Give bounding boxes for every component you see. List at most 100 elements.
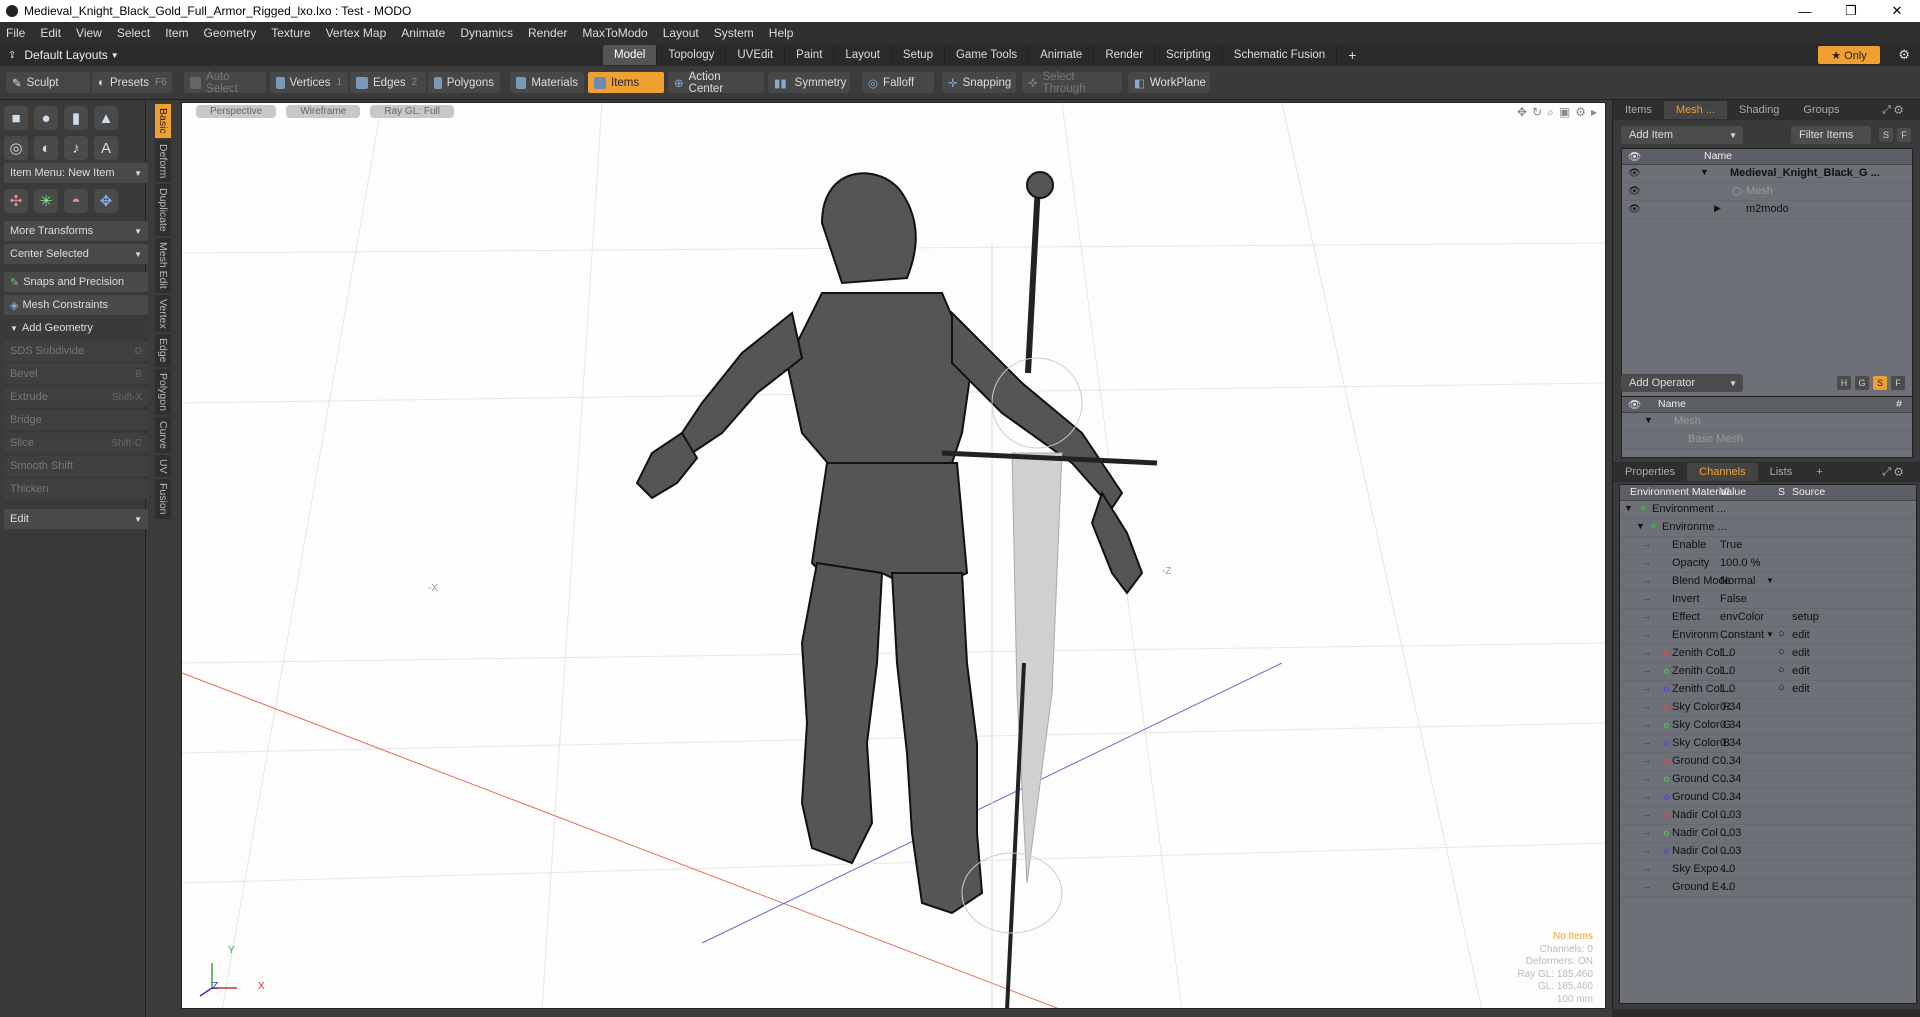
channel-value[interactable]: False [1720,593,1747,605]
menu-layout[interactable]: Layout [663,26,699,40]
torus-icon[interactable]: ◎ [4,136,28,160]
presets-button[interactable]: ◐ Presets F6 [92,72,172,93]
tab-channels[interactable]: Channels [1687,463,1758,481]
raygl-button[interactable]: Ray GL: Full [370,105,454,118]
panel-options-icon[interactable]: ⤢ ⚙ [1870,463,1915,481]
center-selected-dropdown[interactable]: Center Selected ▼ [4,244,148,264]
tab-paint[interactable]: Paint [785,45,835,65]
add-panel-tab-button[interactable]: + [1804,463,1834,481]
expand-triangle-icon[interactable]: ▶ [1714,203,1721,214]
tab-shading[interactable]: Shading [1727,101,1791,119]
channel-row[interactable]: → Enable True [1620,537,1916,555]
bridge-button[interactable]: Bridge [4,410,148,430]
menu-dynamics[interactable]: Dynamics [460,26,513,40]
camera-icon[interactable]: ▣ [1559,105,1570,120]
channel-value[interactable]: envColor [1720,611,1764,623]
rotate-icon[interactable]: ✳ [34,189,58,213]
channel-value[interactable]: 1.0 [1720,665,1735,677]
tab-uvedit[interactable]: UVEdit [726,45,786,65]
transform-icon[interactable]: ✥ [94,189,118,213]
menu-item[interactable]: Item [165,26,188,40]
channel-row[interactable]: → Nadir Col ... 0.03 [1620,843,1916,861]
snapping-button[interactable]: ✛ Snapping [942,72,1016,93]
thicken-button[interactable]: Thicken [4,479,148,499]
auto-select-button[interactable]: Auto Select [184,71,266,95]
tab-layout[interactable]: Layout [834,45,892,65]
minimize-button[interactable]: — [1782,0,1828,22]
side-tab-edge[interactable]: Edge [155,334,171,367]
zoom-icon[interactable]: ⌕ [1547,105,1554,120]
tab-scripting[interactable]: Scripting [1155,45,1223,65]
panel-options-icon[interactable]: ⤢ ⚙ [1870,101,1915,119]
channel-value[interactable]: 1.0 [1720,683,1735,695]
workplane-button[interactable]: ◧ WorkPlane [1128,72,1210,93]
menu-animate[interactable]: Animate [401,26,445,40]
sphere-icon[interactable]: ● [34,106,58,130]
chevron-down-icon[interactable]: ▼ [1766,576,1774,585]
channel-row[interactable]: → Sky Expo ... 4.0 [1620,861,1916,879]
channel-row[interactable]: → Nadir Col ... 0.03 [1620,825,1916,843]
f-toggle[interactable]: F [1891,376,1905,390]
visibility-eye-icon[interactable]: 👁 [1628,168,1641,179]
extrude-button[interactable]: Extrude Shift-X [4,387,148,407]
texture-link-circle-icon[interactable]: ○ [1778,682,1785,694]
menu-render[interactable]: Render [528,26,567,40]
channel-value[interactable]: 1.0 [1720,647,1735,659]
channel-row[interactable]: → Zenith Col... 1.0 ○ edit [1620,645,1916,663]
tab-model[interactable]: Model [603,45,658,65]
move-icon[interactable]: ✣ [4,189,28,213]
channel-value[interactable]: 0.34 [1720,755,1741,767]
cube-icon[interactable]: ■ [4,106,28,130]
expand-triangle-icon[interactable]: ▼ [1624,503,1633,513]
scale-icon[interactable]: ◓ [64,189,88,213]
tab-mesh[interactable]: Mesh ... [1663,101,1728,119]
list-item[interactable]: Base Mesh [1622,431,1912,449]
add-operator-button[interactable]: Add Operator ▼ [1621,374,1743,392]
menu-select[interactable]: Select [117,26,150,40]
channel-value[interactable]: 0.34 [1720,701,1741,713]
orbit-icon[interactable]: ↻ [1532,105,1542,120]
menu-help[interactable]: Help [769,26,794,40]
edges-button[interactable]: Edges 2 [350,72,426,93]
h-toggle[interactable]: H [1837,376,1851,390]
bevel-button[interactable]: Bevel B [4,364,148,384]
f-toggle[interactable]: F [1897,128,1911,142]
channel-value[interactable]: True [1720,539,1742,551]
menu-file[interactable]: File [6,26,25,40]
list-item[interactable]: 👁 ▶ m2modo [1622,201,1912,219]
channel-row[interactable]: → Invert False [1620,591,1916,609]
channel-row[interactable]: → Ground C ... 0.34 [1620,771,1916,789]
snaps-precision-button[interactable]: ✎ Snaps and Precision [4,272,148,292]
channel-value[interactable]: 0.34 [1720,773,1741,785]
expand-triangle-icon[interactable]: ▼ [1644,415,1653,425]
maximize-button[interactable]: ❐ [1828,0,1874,22]
cone-icon[interactable]: ▲ [94,106,118,130]
wireframe-button[interactable]: Wireframe [286,105,361,118]
list-item[interactable]: 👁 ⬡ Mesh [1622,183,1912,201]
materials-button[interactable]: Materials [510,72,584,93]
channel-value[interactable]: 0.34 [1720,737,1741,749]
side-tab-vertex[interactable]: Vertex [155,294,171,333]
side-tab-basic[interactable]: Basic [155,104,171,138]
polygons-button[interactable]: Polygons [428,72,500,93]
edit-dropdown[interactable]: Edit ▼ [4,509,148,529]
menu-vertex-map[interactable]: Vertex Map [326,26,387,40]
list-item[interactable]: ▼ Mesh [1622,413,1912,431]
select-through-button[interactable]: ✜ Select Through [1022,71,1122,95]
mesh-constraints-button[interactable]: ◈ Mesh Constraints [4,295,148,315]
expand-triangle-icon[interactable]: ▼ [1636,521,1645,531]
item-menu-dropdown[interactable]: Item Menu: New Item ▼ [4,163,148,183]
cylinder-icon[interactable]: ▮ [64,106,88,130]
pan-icon[interactable]: ✥ [1517,105,1527,120]
menu-view[interactable]: View [76,26,102,40]
channel-row[interactable]: → Zenith Col... 1.0 ○ edit [1620,681,1916,699]
channel-row[interactable]: → Blend Mode Normal ▼ [1620,573,1916,591]
channel-row[interactable]: → Sky Color R 0.34 [1620,699,1916,717]
3d-viewport[interactable]: -X -Z Y Z X Perspective Wireframe Ray GL… [181,102,1606,1009]
channel-row[interactable]: → Ground C ... 0.34 [1620,753,1916,771]
channel-row[interactable]: → Zenith Col... 1.0 ○ edit [1620,663,1916,681]
tab-items[interactable]: Items [1613,101,1664,119]
channel-tree-row[interactable]: ▼ ● Environme ... [1620,519,1916,537]
tab-groups[interactable]: Groups [1791,101,1851,119]
channel-value[interactable]: Constant [1720,629,1764,641]
